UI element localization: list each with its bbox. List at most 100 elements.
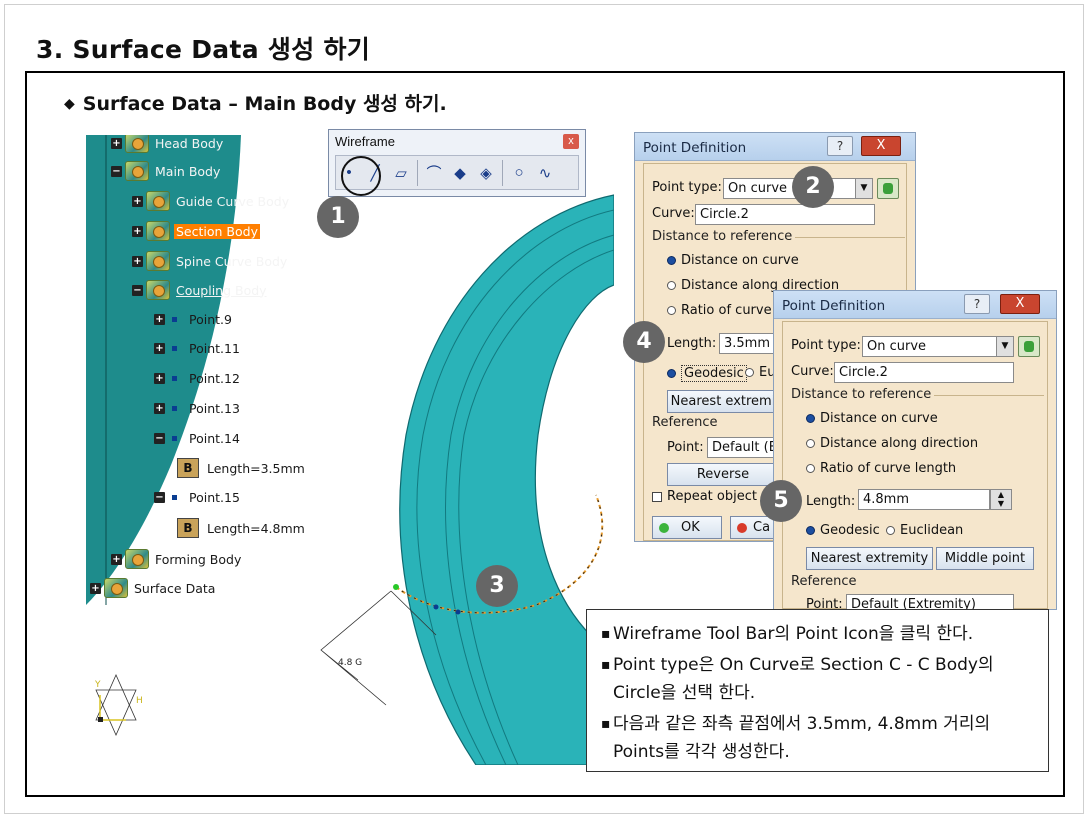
point-type-label: Point type: bbox=[652, 180, 722, 195]
curve-field[interactable]: Circle.2 bbox=[834, 362, 1014, 383]
radio-euclidean[interactable]: Eu bbox=[745, 365, 775, 380]
tree-item-main-body[interactable]: − Main Body bbox=[111, 161, 222, 181]
radio-distance-on-curve[interactable]: Distance on curve bbox=[806, 411, 938, 426]
plane-icon[interactable]: ▱ bbox=[390, 160, 412, 186]
length-parameter-icon: B bbox=[177, 458, 199, 478]
close-button[interactable]: X bbox=[1000, 294, 1040, 314]
radio-ratio-of-curve[interactable]: Ratio of curve bbox=[667, 303, 772, 318]
projection-icon[interactable]: ⌒ bbox=[423, 160, 445, 186]
point-type-value: On curve bbox=[867, 339, 927, 354]
expand-icon[interactable]: + bbox=[132, 255, 143, 267]
reference-point-field[interactable]: Default (Ex bbox=[707, 437, 779, 458]
point-3-5mm[interactable] bbox=[433, 604, 439, 610]
tree-item-point-13[interactable]: + Point.13 bbox=[154, 401, 242, 416]
radio-selected-icon bbox=[667, 369, 676, 378]
expand-icon[interactable]: + bbox=[132, 195, 143, 207]
tree-item-point-14[interactable]: − Point.14 bbox=[154, 431, 242, 446]
expand-icon[interactable]: + bbox=[154, 403, 165, 414]
expand-icon[interactable]: + bbox=[111, 553, 122, 565]
circle-icon[interactable]: ○ bbox=[508, 160, 530, 186]
toolbar-close-button[interactable]: x bbox=[563, 134, 579, 149]
subtitle: ◆ Surface Data – Main Body 생성 하기. bbox=[64, 89, 447, 116]
point-type-lock-icon[interactable] bbox=[1018, 336, 1040, 357]
tree-item-spine-curve-body[interactable]: + Spine Curve Body bbox=[132, 251, 289, 271]
step-marker-5: 5 bbox=[760, 480, 802, 522]
help-button[interactable]: ? bbox=[827, 136, 853, 156]
cancel-button[interactable]: Ca bbox=[730, 516, 775, 539]
tree-item-point-9[interactable]: + Point.9 bbox=[154, 312, 234, 327]
collapse-icon[interactable]: − bbox=[154, 433, 165, 444]
toolbar-title: Wireframe bbox=[335, 134, 395, 149]
dialog-titlebar[interactable]: Point Definition ? X bbox=[774, 291, 1056, 319]
tube-surface[interactable] bbox=[399, 194, 614, 765]
length-field[interactable]: 3.5mm bbox=[719, 333, 779, 354]
offset-icon[interactable]: ◈ bbox=[475, 160, 497, 186]
tree-item-forming-body[interactable]: + Forming Body bbox=[111, 549, 243, 569]
tree-item-label: Point.13 bbox=[189, 401, 240, 416]
checkbox-icon bbox=[652, 491, 662, 502]
radio-euclidean[interactable]: Euclidean bbox=[886, 523, 963, 538]
length-spinner[interactable]: ▲ ▼ bbox=[990, 489, 1012, 510]
nearest-extremity-button[interactable]: Nearest extremity bbox=[806, 547, 933, 570]
chevron-down-icon[interactable]: ▼ bbox=[855, 179, 872, 198]
tree-item-length-3-5[interactable]: B Length=3.5mm bbox=[177, 458, 307, 478]
close-button[interactable]: X bbox=[861, 136, 901, 156]
tree-item-section-body[interactable]: + Section Body bbox=[132, 221, 260, 241]
tree-item-label: Coupling Body bbox=[176, 282, 267, 298]
cancel-label: Ca bbox=[753, 520, 771, 535]
point-type-value: On curve bbox=[728, 181, 788, 196]
tree-item-label: Length=4.8mm bbox=[207, 520, 305, 536]
tree-item-label: Spine Curve Body bbox=[176, 253, 288, 269]
radio-distance-along-direction[interactable]: Distance along direction bbox=[806, 436, 978, 451]
tree-item-length-4-8[interactable]: B Length=4.8mm bbox=[177, 518, 307, 538]
expand-icon[interactable]: + bbox=[154, 373, 165, 384]
tree-item-label: Main Body bbox=[155, 163, 221, 179]
length-field[interactable]: 4.8mm bbox=[858, 489, 990, 510]
dialog-titlebar[interactable]: Point Definition ? X bbox=[635, 133, 915, 161]
collapse-icon[interactable]: − bbox=[111, 165, 122, 177]
step-marker-2: 2 bbox=[792, 166, 834, 208]
repeat-object-checkbox[interactable]: Repeat object a bbox=[652, 489, 769, 504]
middle-point-button[interactable]: Middle point bbox=[936, 547, 1034, 570]
expand-icon[interactable]: + bbox=[111, 137, 122, 149]
collapse-icon[interactable]: − bbox=[132, 284, 143, 296]
expand-icon[interactable]: + bbox=[90, 582, 101, 594]
point-icon bbox=[172, 406, 177, 411]
collapse-icon[interactable]: − bbox=[154, 492, 165, 503]
tree-item-surface-data[interactable]: + Surface Data bbox=[90, 578, 217, 598]
expand-icon[interactable]: + bbox=[132, 225, 143, 237]
radio-distance-on-curve[interactable]: Distance on curve bbox=[667, 253, 799, 268]
tree-item-point-12[interactable]: + Point.12 bbox=[154, 371, 242, 386]
tree-item-label: Point.11 bbox=[189, 341, 240, 356]
length-parameter-icon: B bbox=[177, 518, 199, 538]
radio-selected-icon bbox=[806, 414, 815, 423]
tree-item-coupling-body[interactable]: − Coupling Body bbox=[132, 280, 269, 300]
intersection-icon[interactable]: ◆ bbox=[449, 160, 471, 186]
curve-field[interactable]: Circle.2 bbox=[695, 204, 875, 225]
radio-geodesic[interactable]: Geodesic bbox=[806, 523, 880, 538]
radio-geodesic[interactable]: Geodesic bbox=[667, 365, 747, 382]
toolbar-separator bbox=[502, 159, 503, 186]
tree-item-head-body[interactable]: + Head Body bbox=[111, 135, 225, 153]
spline-icon[interactable]: ∿ bbox=[534, 160, 556, 186]
point-type-lock-icon[interactable] bbox=[877, 178, 899, 199]
point-type-select[interactable]: On curve ▼ bbox=[862, 336, 1014, 357]
expand-icon[interactable]: + bbox=[154, 343, 165, 354]
ok-button[interactable]: OK bbox=[652, 516, 722, 539]
tree-item-guide-curve-body[interactable]: + Guide Curve Body bbox=[132, 191, 291, 211]
point-definition-dialog-2: Point Definition ? X Point type: On curv… bbox=[773, 290, 1057, 615]
tree-item-point-11[interactable]: + Point.11 bbox=[154, 341, 242, 356]
tree-item-point-15[interactable]: − Point.15 bbox=[154, 490, 242, 505]
radio-ratio-of-curve-length[interactable]: Ratio of curve length bbox=[806, 461, 956, 476]
help-button[interactable]: ? bbox=[964, 294, 990, 314]
body-icon bbox=[146, 251, 170, 271]
chevron-down-icon[interactable]: ▼ bbox=[996, 337, 1013, 356]
expand-icon[interactable]: + bbox=[154, 314, 165, 325]
body-icon bbox=[146, 191, 170, 211]
reverse-direction-button[interactable]: Reverse bbox=[667, 463, 779, 486]
content-box: ◆Surface Data – Main Body 생성 하기. 4.8 G bbox=[25, 71, 1065, 797]
point-4-8mm[interactable] bbox=[455, 609, 461, 615]
nearest-extremity-button[interactable]: Nearest extremi bbox=[667, 390, 779, 413]
radio-label: Distance along direction bbox=[820, 436, 979, 451]
tree-item-label: Point.9 bbox=[189, 312, 232, 327]
